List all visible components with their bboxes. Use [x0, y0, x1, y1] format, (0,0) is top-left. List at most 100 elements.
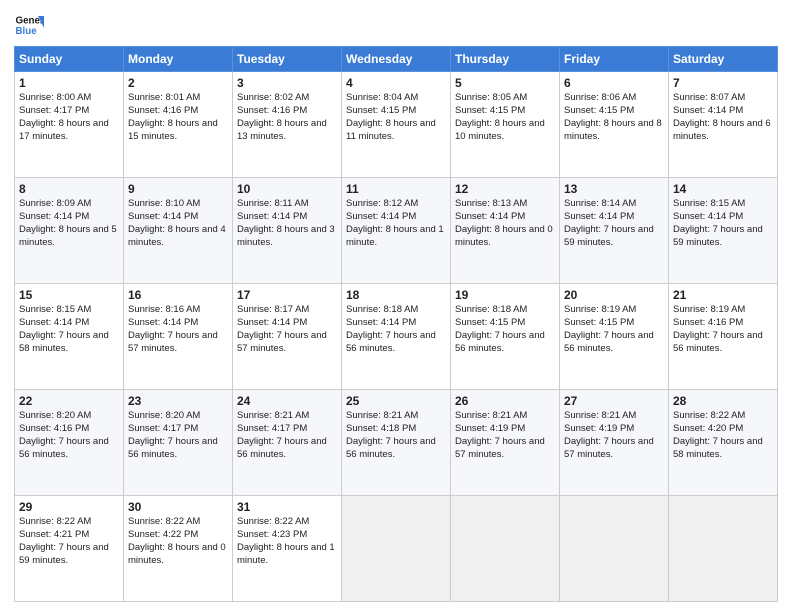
day-number: 5 [455, 75, 555, 91]
day-number: 3 [237, 75, 337, 91]
calendar-cell: 14Sunrise: 8:15 AM Sunset: 4:14 PM Dayli… [669, 178, 778, 284]
calendar-cell: 20Sunrise: 8:19 AM Sunset: 4:15 PM Dayli… [560, 284, 669, 390]
cell-info: Sunrise: 8:05 AM Sunset: 4:15 PM Dayligh… [455, 92, 545, 141]
cell-info: Sunrise: 8:00 AM Sunset: 4:17 PM Dayligh… [19, 92, 109, 141]
calendar-cell: 21Sunrise: 8:19 AM Sunset: 4:16 PM Dayli… [669, 284, 778, 390]
calendar-cell: 15Sunrise: 8:15 AM Sunset: 4:14 PM Dayli… [15, 284, 124, 390]
day-number: 7 [673, 75, 773, 91]
calendar-cell [451, 496, 560, 602]
cell-info: Sunrise: 8:10 AM Sunset: 4:14 PM Dayligh… [128, 198, 226, 247]
calendar-cell: 26Sunrise: 8:21 AM Sunset: 4:19 PM Dayli… [451, 390, 560, 496]
weekday-header-wednesday: Wednesday [342, 47, 451, 72]
day-number: 21 [673, 287, 773, 303]
calendar-week-4: 29Sunrise: 8:22 AM Sunset: 4:21 PM Dayli… [15, 496, 778, 602]
cell-info: Sunrise: 8:17 AM Sunset: 4:14 PM Dayligh… [237, 304, 327, 353]
cell-info: Sunrise: 8:20 AM Sunset: 4:16 PM Dayligh… [19, 410, 109, 459]
logo: General Blue [14, 10, 44, 40]
day-number: 8 [19, 181, 119, 197]
calendar-week-1: 8Sunrise: 8:09 AM Sunset: 4:14 PM Daylig… [15, 178, 778, 284]
day-number: 31 [237, 499, 337, 515]
day-number: 15 [19, 287, 119, 303]
cell-info: Sunrise: 8:15 AM Sunset: 4:14 PM Dayligh… [673, 198, 763, 247]
cell-info: Sunrise: 8:14 AM Sunset: 4:14 PM Dayligh… [564, 198, 654, 247]
calendar-cell: 13Sunrise: 8:14 AM Sunset: 4:14 PM Dayli… [560, 178, 669, 284]
weekday-header-monday: Monday [124, 47, 233, 72]
day-number: 2 [128, 75, 228, 91]
calendar-cell: 4Sunrise: 8:04 AM Sunset: 4:15 PM Daylig… [342, 72, 451, 178]
calendar-cell: 7Sunrise: 8:07 AM Sunset: 4:14 PM Daylig… [669, 72, 778, 178]
cell-info: Sunrise: 8:18 AM Sunset: 4:15 PM Dayligh… [455, 304, 545, 353]
calendar-table: SundayMondayTuesdayWednesdayThursdayFrid… [14, 46, 778, 602]
cell-info: Sunrise: 8:15 AM Sunset: 4:14 PM Dayligh… [19, 304, 109, 353]
calendar-cell: 19Sunrise: 8:18 AM Sunset: 4:15 PM Dayli… [451, 284, 560, 390]
day-number: 6 [564, 75, 664, 91]
calendar-cell [560, 496, 669, 602]
day-number: 28 [673, 393, 773, 409]
calendar-cell: 1Sunrise: 8:00 AM Sunset: 4:17 PM Daylig… [15, 72, 124, 178]
cell-info: Sunrise: 8:18 AM Sunset: 4:14 PM Dayligh… [346, 304, 436, 353]
day-number: 11 [346, 181, 446, 197]
cell-info: Sunrise: 8:09 AM Sunset: 4:14 PM Dayligh… [19, 198, 117, 247]
calendar-cell: 29Sunrise: 8:22 AM Sunset: 4:21 PM Dayli… [15, 496, 124, 602]
day-number: 16 [128, 287, 228, 303]
day-number: 9 [128, 181, 228, 197]
calendar-week-3: 22Sunrise: 8:20 AM Sunset: 4:16 PM Dayli… [15, 390, 778, 496]
cell-info: Sunrise: 8:21 AM Sunset: 4:17 PM Dayligh… [237, 410, 327, 459]
day-number: 22 [19, 393, 119, 409]
calendar-cell: 5Sunrise: 8:05 AM Sunset: 4:15 PM Daylig… [451, 72, 560, 178]
calendar-cell: 22Sunrise: 8:20 AM Sunset: 4:16 PM Dayli… [15, 390, 124, 496]
day-number: 30 [128, 499, 228, 515]
day-number: 12 [455, 181, 555, 197]
weekday-header-saturday: Saturday [669, 47, 778, 72]
cell-info: Sunrise: 8:22 AM Sunset: 4:20 PM Dayligh… [673, 410, 763, 459]
weekday-header-thursday: Thursday [451, 47, 560, 72]
calendar-cell: 12Sunrise: 8:13 AM Sunset: 4:14 PM Dayli… [451, 178, 560, 284]
cell-info: Sunrise: 8:16 AM Sunset: 4:14 PM Dayligh… [128, 304, 218, 353]
calendar-cell: 11Sunrise: 8:12 AM Sunset: 4:14 PM Dayli… [342, 178, 451, 284]
calendar-cell [669, 496, 778, 602]
calendar-cell: 24Sunrise: 8:21 AM Sunset: 4:17 PM Dayli… [233, 390, 342, 496]
cell-info: Sunrise: 8:20 AM Sunset: 4:17 PM Dayligh… [128, 410, 218, 459]
cell-info: Sunrise: 8:12 AM Sunset: 4:14 PM Dayligh… [346, 198, 444, 247]
calendar-week-2: 15Sunrise: 8:15 AM Sunset: 4:14 PM Dayli… [15, 284, 778, 390]
calendar-cell [342, 496, 451, 602]
header: General Blue [14, 10, 778, 40]
day-number: 18 [346, 287, 446, 303]
cell-info: Sunrise: 8:07 AM Sunset: 4:14 PM Dayligh… [673, 92, 771, 141]
day-number: 14 [673, 181, 773, 197]
cell-info: Sunrise: 8:22 AM Sunset: 4:22 PM Dayligh… [128, 516, 226, 565]
calendar-cell: 16Sunrise: 8:16 AM Sunset: 4:14 PM Dayli… [124, 284, 233, 390]
calendar-cell: 18Sunrise: 8:18 AM Sunset: 4:14 PM Dayli… [342, 284, 451, 390]
calendar-cell: 31Sunrise: 8:22 AM Sunset: 4:23 PM Dayli… [233, 496, 342, 602]
day-number: 1 [19, 75, 119, 91]
cell-info: Sunrise: 8:06 AM Sunset: 4:15 PM Dayligh… [564, 92, 662, 141]
calendar-cell: 17Sunrise: 8:17 AM Sunset: 4:14 PM Dayli… [233, 284, 342, 390]
day-number: 10 [237, 181, 337, 197]
day-number: 13 [564, 181, 664, 197]
calendar-cell: 10Sunrise: 8:11 AM Sunset: 4:14 PM Dayli… [233, 178, 342, 284]
cell-info: Sunrise: 8:21 AM Sunset: 4:19 PM Dayligh… [455, 410, 545, 459]
day-number: 25 [346, 393, 446, 409]
calendar-cell: 6Sunrise: 8:06 AM Sunset: 4:15 PM Daylig… [560, 72, 669, 178]
day-number: 20 [564, 287, 664, 303]
calendar-page: General Blue SundayMondayTuesdayWednesda… [0, 0, 792, 612]
logo-icon: General Blue [14, 10, 44, 40]
cell-info: Sunrise: 8:01 AM Sunset: 4:16 PM Dayligh… [128, 92, 218, 141]
cell-info: Sunrise: 8:21 AM Sunset: 4:19 PM Dayligh… [564, 410, 654, 459]
cell-info: Sunrise: 8:21 AM Sunset: 4:18 PM Dayligh… [346, 410, 436, 459]
day-number: 23 [128, 393, 228, 409]
day-number: 29 [19, 499, 119, 515]
day-number: 4 [346, 75, 446, 91]
day-number: 26 [455, 393, 555, 409]
calendar-cell: 8Sunrise: 8:09 AM Sunset: 4:14 PM Daylig… [15, 178, 124, 284]
day-number: 27 [564, 393, 664, 409]
weekday-header-sunday: Sunday [15, 47, 124, 72]
cell-info: Sunrise: 8:04 AM Sunset: 4:15 PM Dayligh… [346, 92, 436, 141]
calendar-cell: 23Sunrise: 8:20 AM Sunset: 4:17 PM Dayli… [124, 390, 233, 496]
calendar-cell: 30Sunrise: 8:22 AM Sunset: 4:22 PM Dayli… [124, 496, 233, 602]
calendar-cell: 3Sunrise: 8:02 AM Sunset: 4:16 PM Daylig… [233, 72, 342, 178]
cell-info: Sunrise: 8:22 AM Sunset: 4:23 PM Dayligh… [237, 516, 335, 565]
day-number: 17 [237, 287, 337, 303]
cell-info: Sunrise: 8:19 AM Sunset: 4:16 PM Dayligh… [673, 304, 763, 353]
cell-info: Sunrise: 8:22 AM Sunset: 4:21 PM Dayligh… [19, 516, 109, 565]
